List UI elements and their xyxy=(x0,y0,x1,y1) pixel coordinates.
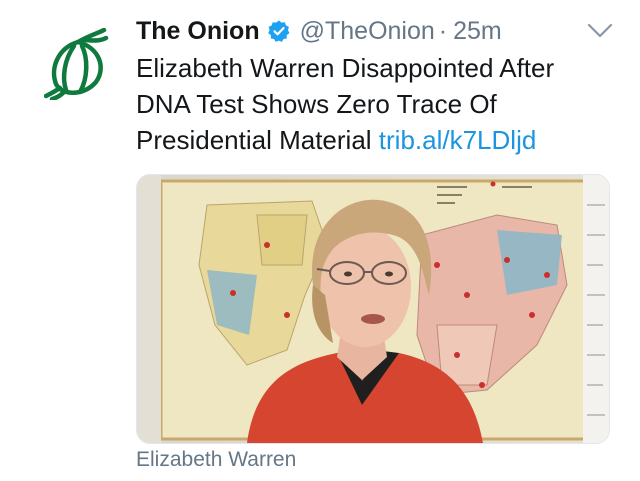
tweet-media[interactable] xyxy=(136,174,610,444)
display-name[interactable]: The Onion xyxy=(136,17,260,46)
onion-logo-icon[interactable] xyxy=(44,28,112,100)
media-photo xyxy=(137,175,609,443)
tweet-text: Elizabeth Warren Disappointed After DNA … xyxy=(136,50,606,158)
separator-dot: · xyxy=(438,16,448,45)
verified-badge-icon xyxy=(267,20,290,42)
chevron-down-icon[interactable] xyxy=(587,22,613,40)
handle[interactable]: @TheOnion xyxy=(300,17,435,46)
tweet-header: The Onion @TheOnion · 25m xyxy=(136,14,502,48)
media-caption: Elizabeth Warren xyxy=(136,448,297,471)
timestamp[interactable]: 25m xyxy=(453,17,502,46)
tweet-link[interactable]: trib.al/k7LDljd xyxy=(379,125,537,155)
tweet: The Onion @TheOnion · 25m Elizabeth Warr… xyxy=(0,0,640,481)
